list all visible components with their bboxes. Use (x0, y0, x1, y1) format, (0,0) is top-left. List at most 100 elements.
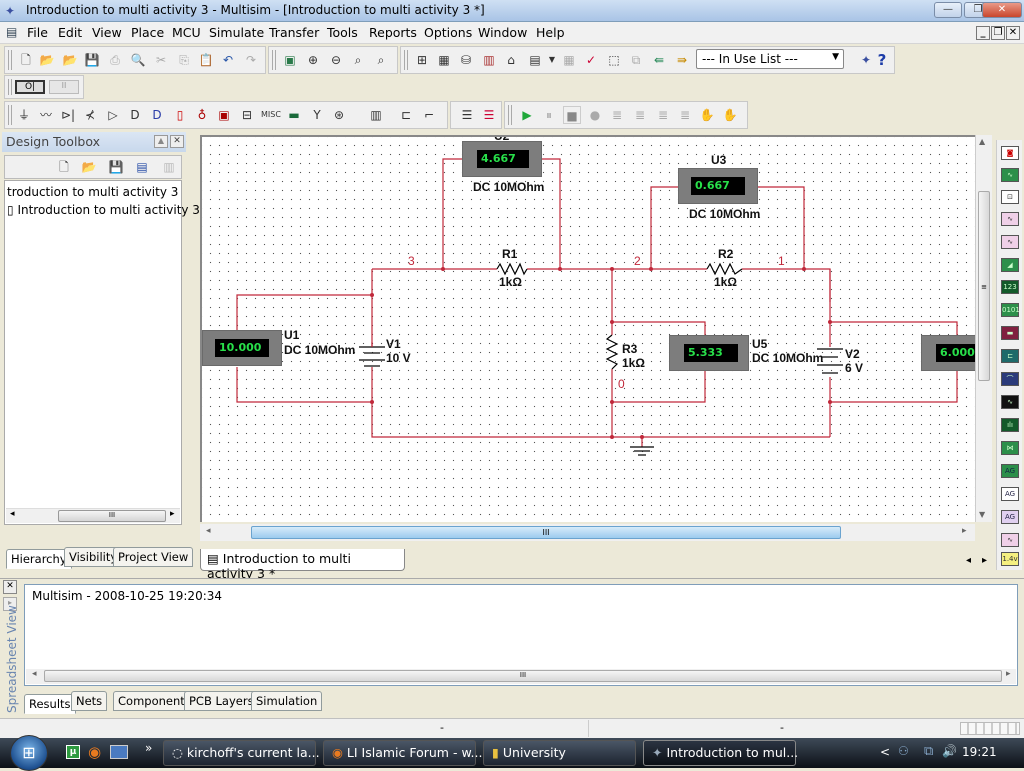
tray-expand-icon[interactable]: < (880, 745, 890, 759)
tree-scroll-thumb[interactable]: III (58, 510, 166, 522)
transistor-icon[interactable]: ⊀ (81, 106, 99, 124)
minimize-button[interactable]: — (934, 2, 962, 18)
task-islamic-forum[interactable]: ◉ LI Islamic Forum - w... (323, 740, 482, 766)
oscilloscope-icon[interactable]: ∿ (1001, 212, 1019, 226)
electromechanical-icon[interactable]: ⊛ (330, 106, 348, 124)
canvas-vscroll-thumb[interactable]: ≡ (978, 191, 990, 381)
network-users-icon[interactable]: ⚇ (898, 744, 909, 758)
basic-icon[interactable]: 〰 (37, 106, 55, 124)
results-scroll-thumb[interactable]: III (44, 670, 1002, 682)
open-sample-icon[interactable]: 📂 (61, 51, 79, 69)
toggle-breakpoint-icon[interactable]: ✋ (698, 106, 716, 124)
quicklaunch-more-icon[interactable]: » (145, 741, 152, 755)
tab-results[interactable]: Results (24, 694, 76, 714)
misc-icon[interactable]: MISC (261, 106, 281, 124)
multimeter-instrument-icon[interactable]: ◙ (1001, 146, 1019, 160)
wattmeter-icon[interactable]: ⊡ (1001, 190, 1019, 204)
tab-scroll-right-icon[interactable]: ▸ (982, 555, 987, 566)
help-icon[interactable]: ? (873, 51, 891, 69)
multimeter-u1[interactable]: 10.000 (202, 330, 282, 366)
capture-area-icon[interactable]: ⬚ (605, 51, 623, 69)
toolbar-grip[interactable] (8, 79, 12, 95)
scroll-right-icon[interactable]: ▸ (170, 509, 175, 519)
agilent-generator-icon[interactable]: AG (1001, 464, 1019, 478)
tab-project-view[interactable]: Project View (113, 547, 194, 567)
tab-scroll-left-icon[interactable]: ◂ (966, 555, 971, 566)
back-annotate-icon[interactable]: ⇚ (650, 51, 668, 69)
network-analyzer-icon[interactable]: ⋈ (1001, 441, 1019, 455)
disabled-tool-icon[interactable]: ▥ (160, 158, 178, 176)
scroll-right-icon[interactable]: ▸ (1006, 669, 1011, 679)
zoom-out-icon[interactable]: ⊖ (327, 51, 345, 69)
scroll-right-icon[interactable]: ▸ (962, 526, 967, 536)
redo-icon[interactable]: ↷ (242, 51, 260, 69)
firefox-icon[interactable]: ◉ (88, 743, 101, 761)
multimeter-u3[interactable]: 0.667 (678, 168, 758, 204)
remove-breakpoints-icon[interactable]: ✋ (721, 106, 739, 124)
print-preview-icon[interactable]: 🔍 (129, 51, 147, 69)
cmos-icon[interactable]: D (148, 106, 166, 124)
toolbox-close-button[interactable]: ✕ (170, 135, 184, 148)
power-component-icon[interactable]: ⊟ (238, 106, 256, 124)
menu-transfer[interactable]: Transfer (269, 25, 319, 40)
spreadsheet-close-button[interactable]: ✕ (3, 580, 17, 594)
distortion-analyzer-icon[interactable]: ∿ (1001, 395, 1019, 409)
menu-mcu[interactable]: MCU (172, 25, 201, 40)
open-icon[interactable]: 📂 (38, 51, 56, 69)
start-button[interactable]: ⊞ (10, 735, 48, 771)
forward-annotate-icon[interactable]: ⇛ (673, 51, 691, 69)
step-into-icon[interactable]: ≣ (608, 106, 626, 124)
scroll-down-icon[interactable]: ▼ (979, 510, 985, 519)
pause-switch-icon[interactable]: II (49, 80, 79, 94)
properties-icon[interactable]: ▤ (133, 158, 151, 176)
four-channel-oscilloscope-icon[interactable]: ∿ (1001, 235, 1019, 249)
document-tab[interactable]: ▤ Introduction to multi activity 3 * (200, 549, 405, 581)
measurement-probe-icon[interactable]: 1.4v (1001, 552, 1019, 566)
hierarchical-block-icon[interactable]: ⊏ (397, 106, 415, 124)
probe-icon[interactable]: ☰ (458, 106, 476, 124)
menu-options[interactable]: Options (424, 25, 472, 40)
scroll-left-icon[interactable]: ◂ (32, 669, 37, 679)
grapher-icon[interactable]: ▤ (526, 51, 544, 69)
ttl-icon[interactable]: D (126, 106, 144, 124)
indicator-icon[interactable]: ▣ (215, 106, 233, 124)
run-to-cursor-icon[interactable]: ≣ (676, 106, 694, 124)
show-desktop-icon[interactable] (110, 745, 128, 759)
menu-edit[interactable]: Edit (58, 25, 82, 40)
new-icon[interactable]: 🗋 (17, 51, 35, 69)
diode-icon[interactable]: ⊳| (59, 106, 77, 124)
tree-hscrollbar[interactable]: ◂ III ▸ (6, 508, 180, 523)
new-design-icon[interactable]: 🗋 (55, 158, 73, 176)
postprocessor-icon[interactable]: ⌂ (502, 51, 520, 69)
multimeter-u5[interactable]: 5.333 (669, 335, 749, 371)
results-hscrollbar[interactable]: ◂ III ▸ (26, 669, 1016, 684)
toolbar-grip[interactable] (404, 50, 408, 70)
close-button[interactable]: ✕ (982, 2, 1022, 18)
mdi-minimize-button[interactable]: _ (976, 26, 990, 40)
breadboard-icon[interactable]: ▥ (480, 51, 498, 69)
misc-digital-icon[interactable]: ▯ (171, 106, 189, 124)
breakpoint-icon[interactable]: ● (586, 106, 604, 124)
logic-analyzer-icon[interactable]: ▬ (1001, 326, 1019, 340)
utorrent-icon[interactable]: µ (66, 745, 80, 759)
rf-icon[interactable]: Y (308, 106, 326, 124)
logic-converter-icon[interactable]: ⊏ (1001, 349, 1019, 363)
iv-analyzer-icon[interactable]: ⌒ (1001, 372, 1019, 386)
volume-icon[interactable]: 🔊 (942, 744, 957, 758)
mdi-close-button[interactable]: ✕ (1006, 26, 1020, 40)
schematic-canvas[interactable]: U2 4.667 DC 10MOhm U3 0.667 DC 10MOhm 10… (200, 135, 975, 522)
simulate-switch-icon[interactable]: O| (15, 80, 45, 94)
mcu-icon[interactable]: ▥ (367, 106, 385, 124)
grapher-dropdown-icon[interactable]: ▼ (543, 51, 561, 69)
bus-icon[interactable]: ⌐ (420, 106, 438, 124)
menu-tools[interactable]: Tools (327, 25, 358, 40)
clock[interactable]: 19:21 (962, 745, 997, 759)
bode-plotter-icon[interactable]: ◢ (1001, 258, 1019, 272)
tab-hierarchy[interactable]: Hierarchy (6, 549, 72, 569)
source-icon[interactable]: ⏚ (15, 106, 33, 124)
tree-child-item[interactable]: ▯ Introduction to multi activity 3 (7, 203, 200, 217)
menu-window[interactable]: Window (478, 25, 527, 40)
component-wizard-icon[interactable]: ▦ (560, 51, 578, 69)
undo-icon[interactable]: ↶ (219, 51, 237, 69)
paste-icon[interactable]: 📋 (197, 51, 215, 69)
